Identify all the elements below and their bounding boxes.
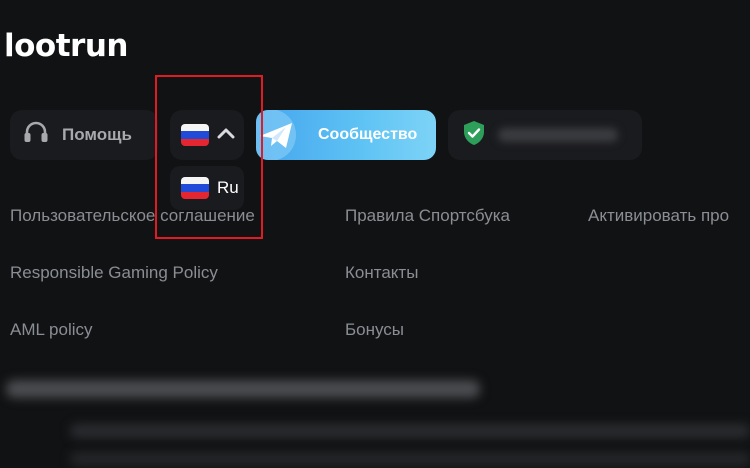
- language-selector-button[interactable]: [170, 110, 244, 160]
- footer-link-sportsbook-rules[interactable]: Правила Спортсбука: [345, 206, 510, 226]
- language-option-ru[interactable]: Ru: [170, 166, 244, 210]
- shield-check-icon: [462, 120, 486, 151]
- community-button[interactable]: Сообщество: [256, 110, 436, 160]
- telegram-icon: [256, 110, 302, 160]
- security-button[interactable]: [448, 110, 642, 160]
- footer-link-contacts[interactable]: Контакты: [345, 263, 418, 283]
- russia-flag-icon: [181, 177, 209, 199]
- language-option-label: Ru: [217, 178, 239, 197]
- chevron-up-icon: [217, 126, 235, 144]
- footer-link-activate-promo[interactable]: Активировать про: [588, 206, 729, 226]
- headset-icon: [22, 120, 50, 151]
- help-button[interactable]: Помощь: [10, 110, 158, 160]
- help-label: Помощь: [62, 125, 132, 144]
- blurred-legal-text-2: [70, 452, 750, 466]
- blurred-label: [498, 128, 618, 142]
- russia-flag-icon: [181, 124, 209, 146]
- footer-link-user-agreement[interactable]: Пользовательское соглашение: [10, 206, 255, 226]
- blurred-company-line: [6, 380, 480, 398]
- footer-link-responsible-gaming[interactable]: Responsible Gaming Policy: [10, 263, 218, 283]
- footer-link-bonuses[interactable]: Бонусы: [345, 320, 404, 340]
- blurred-legal-text-1: [70, 424, 750, 438]
- community-label: Сообщество: [318, 126, 418, 143]
- lootrun-logo[interactable]: lootrun: [4, 28, 128, 64]
- footer-link-aml-policy[interactable]: AML policy: [10, 320, 93, 340]
